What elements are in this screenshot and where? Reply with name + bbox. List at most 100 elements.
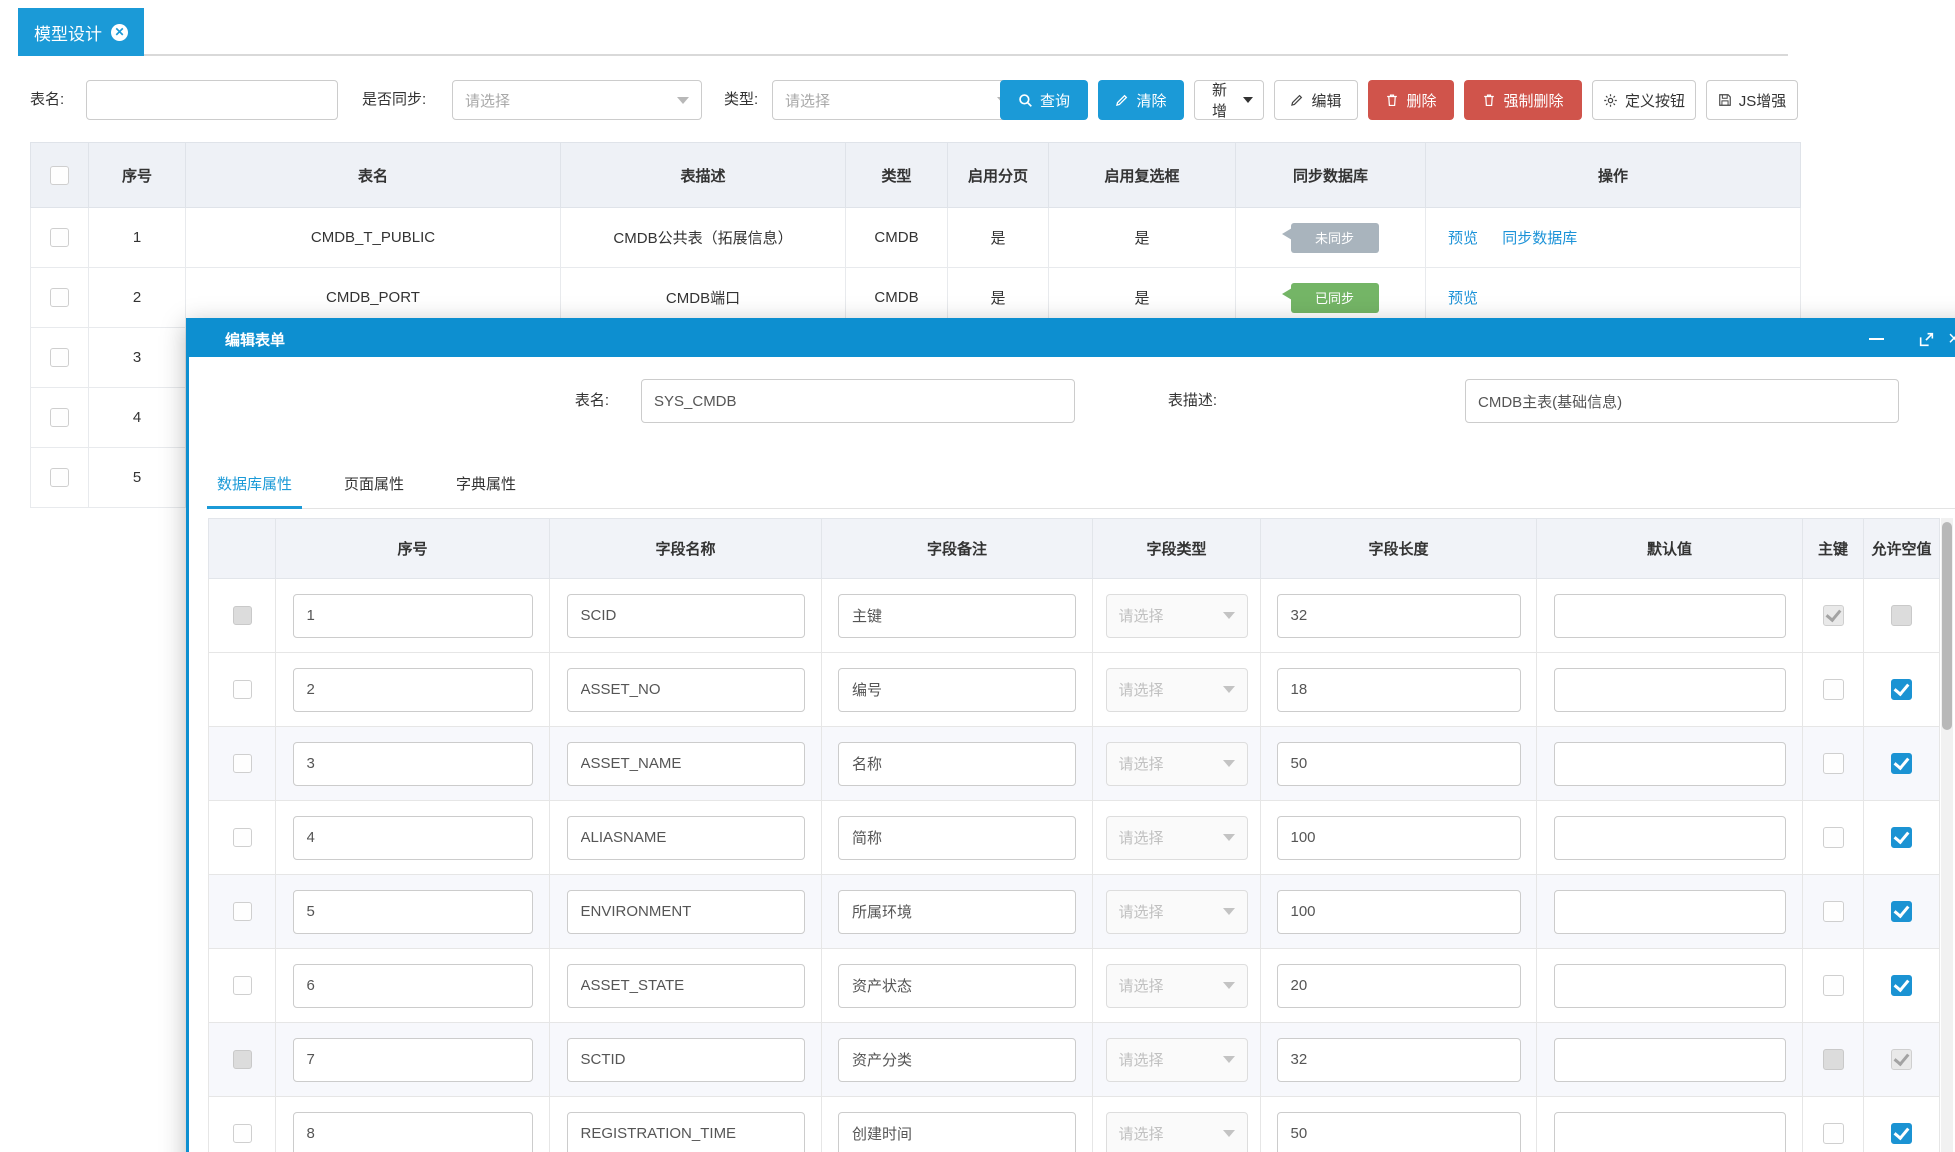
- table-row[interactable]: 1 CMDB_T_PUBLIC CMDB公共表（拓展信息） CMDB 是 是 未…: [31, 208, 1801, 268]
- nullable-checkbox[interactable]: [1891, 1123, 1912, 1144]
- field-comment-input[interactable]: [838, 816, 1076, 860]
- seq-input[interactable]: [293, 1038, 533, 1082]
- pk-checkbox[interactable]: [1823, 1123, 1844, 1144]
- field-length-input[interactable]: [1277, 964, 1521, 1008]
- modal-table-name-input[interactable]: [641, 379, 1075, 423]
- nullable-checkbox[interactable]: [1891, 975, 1912, 996]
- nullable-checkbox[interactable]: [1891, 753, 1912, 774]
- field-comment-input[interactable]: [838, 668, 1076, 712]
- field-default-input[interactable]: [1554, 816, 1786, 860]
- pk-checkbox[interactable]: [1823, 679, 1844, 700]
- field-type-select[interactable]: 请选择: [1106, 742, 1248, 786]
- field-type-select[interactable]: 请选择: [1106, 1112, 1248, 1152]
- preview-link[interactable]: 预览: [1448, 290, 1478, 307]
- sync-db-link[interactable]: 同步数据库: [1502, 230, 1577, 247]
- field-length-input[interactable]: [1277, 1038, 1521, 1082]
- field-length-input[interactable]: [1277, 1112, 1521, 1152]
- field-name-input[interactable]: [567, 742, 805, 786]
- pk-checkbox[interactable]: [1823, 1049, 1844, 1070]
- seq-input[interactable]: [293, 742, 533, 786]
- field-row-checkbox[interactable]: [233, 1124, 252, 1143]
- field-default-input[interactable]: [1554, 742, 1786, 786]
- field-length-input[interactable]: [1277, 816, 1521, 860]
- dialog-titlebar[interactable]: 编辑表单 ×: [189, 321, 1955, 357]
- tab-page-props[interactable]: 页面属性: [340, 473, 408, 508]
- field-comment-input[interactable]: [838, 890, 1076, 934]
- scrollbar-thumb[interactable]: [1942, 522, 1952, 730]
- field-length-input[interactable]: [1277, 890, 1521, 934]
- scrollbar-track[interactable]: [1941, 518, 1953, 1152]
- js-enhance-button[interactable]: JS增强: [1706, 80, 1798, 120]
- nullable-checkbox[interactable]: [1891, 901, 1912, 922]
- pk-checkbox[interactable]: [1823, 827, 1844, 848]
- field-row-checkbox[interactable]: [233, 976, 252, 995]
- field-comment-input[interactable]: [838, 964, 1076, 1008]
- select-all-checkbox[interactable]: [50, 166, 69, 185]
- field-type-select[interactable]: 请选择: [1106, 1038, 1248, 1082]
- close-button[interactable]: ×: [1941, 321, 1955, 357]
- field-default-input[interactable]: [1554, 668, 1786, 712]
- row-checkbox[interactable]: [50, 348, 69, 367]
- field-length-input[interactable]: [1277, 594, 1521, 638]
- row-checkbox[interactable]: [50, 288, 69, 307]
- field-length-input[interactable]: [1277, 668, 1521, 712]
- search-button[interactable]: 查询: [1000, 80, 1088, 120]
- field-default-input[interactable]: [1554, 1038, 1786, 1082]
- seq-input[interactable]: [293, 816, 533, 860]
- pk-checkbox[interactable]: [1823, 901, 1844, 922]
- sync-filter-select[interactable]: 请选择: [452, 80, 702, 120]
- seq-input[interactable]: [293, 964, 533, 1008]
- modal-table-desc-input[interactable]: [1465, 379, 1899, 423]
- field-comment-input[interactable]: [838, 742, 1076, 786]
- row-checkbox[interactable]: [50, 468, 69, 487]
- define-button[interactable]: 定义按钮: [1592, 80, 1696, 120]
- pk-checkbox[interactable]: [1823, 753, 1844, 774]
- field-name-input[interactable]: [567, 890, 805, 934]
- force-delete-button[interactable]: 强制删除: [1464, 80, 1582, 120]
- field-type-select[interactable]: 请选择: [1106, 890, 1248, 934]
- field-default-input[interactable]: [1554, 890, 1786, 934]
- clear-button[interactable]: 清除: [1098, 80, 1184, 120]
- field-default-input[interactable]: [1554, 964, 1786, 1008]
- field-row-checkbox[interactable]: [233, 606, 252, 625]
- tab-database-props[interactable]: 数据库属性: [213, 473, 296, 508]
- field-row-checkbox[interactable]: [233, 1050, 252, 1069]
- field-type-select[interactable]: 请选择: [1106, 964, 1248, 1008]
- field-row-checkbox[interactable]: [233, 902, 252, 921]
- field-name-input[interactable]: [567, 816, 805, 860]
- field-name-input[interactable]: [567, 1112, 805, 1152]
- table-name-input[interactable]: [86, 80, 338, 120]
- preview-link[interactable]: 预览: [1448, 230, 1478, 247]
- field-default-input[interactable]: [1554, 594, 1786, 638]
- field-type-select[interactable]: 请选择: [1106, 816, 1248, 860]
- field-name-input[interactable]: [567, 594, 805, 638]
- delete-button[interactable]: 删除: [1368, 80, 1454, 120]
- field-type-select[interactable]: 请选择: [1106, 594, 1248, 638]
- type-filter-select[interactable]: 请选择: [772, 80, 1022, 120]
- field-type-select[interactable]: 请选择: [1106, 668, 1248, 712]
- seq-input[interactable]: [293, 1112, 533, 1152]
- minimize-button[interactable]: [1863, 321, 1889, 357]
- row-checkbox[interactable]: [50, 408, 69, 427]
- tab-model-design[interactable]: 模型设计 ✕: [18, 8, 144, 56]
- field-name-input[interactable]: [567, 1038, 805, 1082]
- seq-input[interactable]: [293, 668, 533, 712]
- field-comment-input[interactable]: [838, 1038, 1076, 1082]
- field-name-input[interactable]: [567, 668, 805, 712]
- field-name-input[interactable]: [567, 964, 805, 1008]
- tab-dict-props[interactable]: 字典属性: [452, 473, 520, 508]
- nullable-checkbox[interactable]: [1891, 1049, 1912, 1070]
- tab-close-icon[interactable]: ✕: [111, 24, 128, 41]
- field-comment-input[interactable]: [838, 594, 1076, 638]
- nullable-checkbox[interactable]: [1891, 679, 1912, 700]
- field-row-checkbox[interactable]: [233, 828, 252, 847]
- nullable-checkbox[interactable]: [1891, 827, 1912, 848]
- seq-input[interactable]: [293, 890, 533, 934]
- field-comment-input[interactable]: [838, 1112, 1076, 1152]
- add-button[interactable]: 新增: [1194, 80, 1264, 120]
- field-row-checkbox[interactable]: [233, 680, 252, 699]
- row-checkbox[interactable]: [50, 228, 69, 247]
- seq-input[interactable]: [293, 594, 533, 638]
- field-length-input[interactable]: [1277, 742, 1521, 786]
- pk-checkbox[interactable]: [1823, 975, 1844, 996]
